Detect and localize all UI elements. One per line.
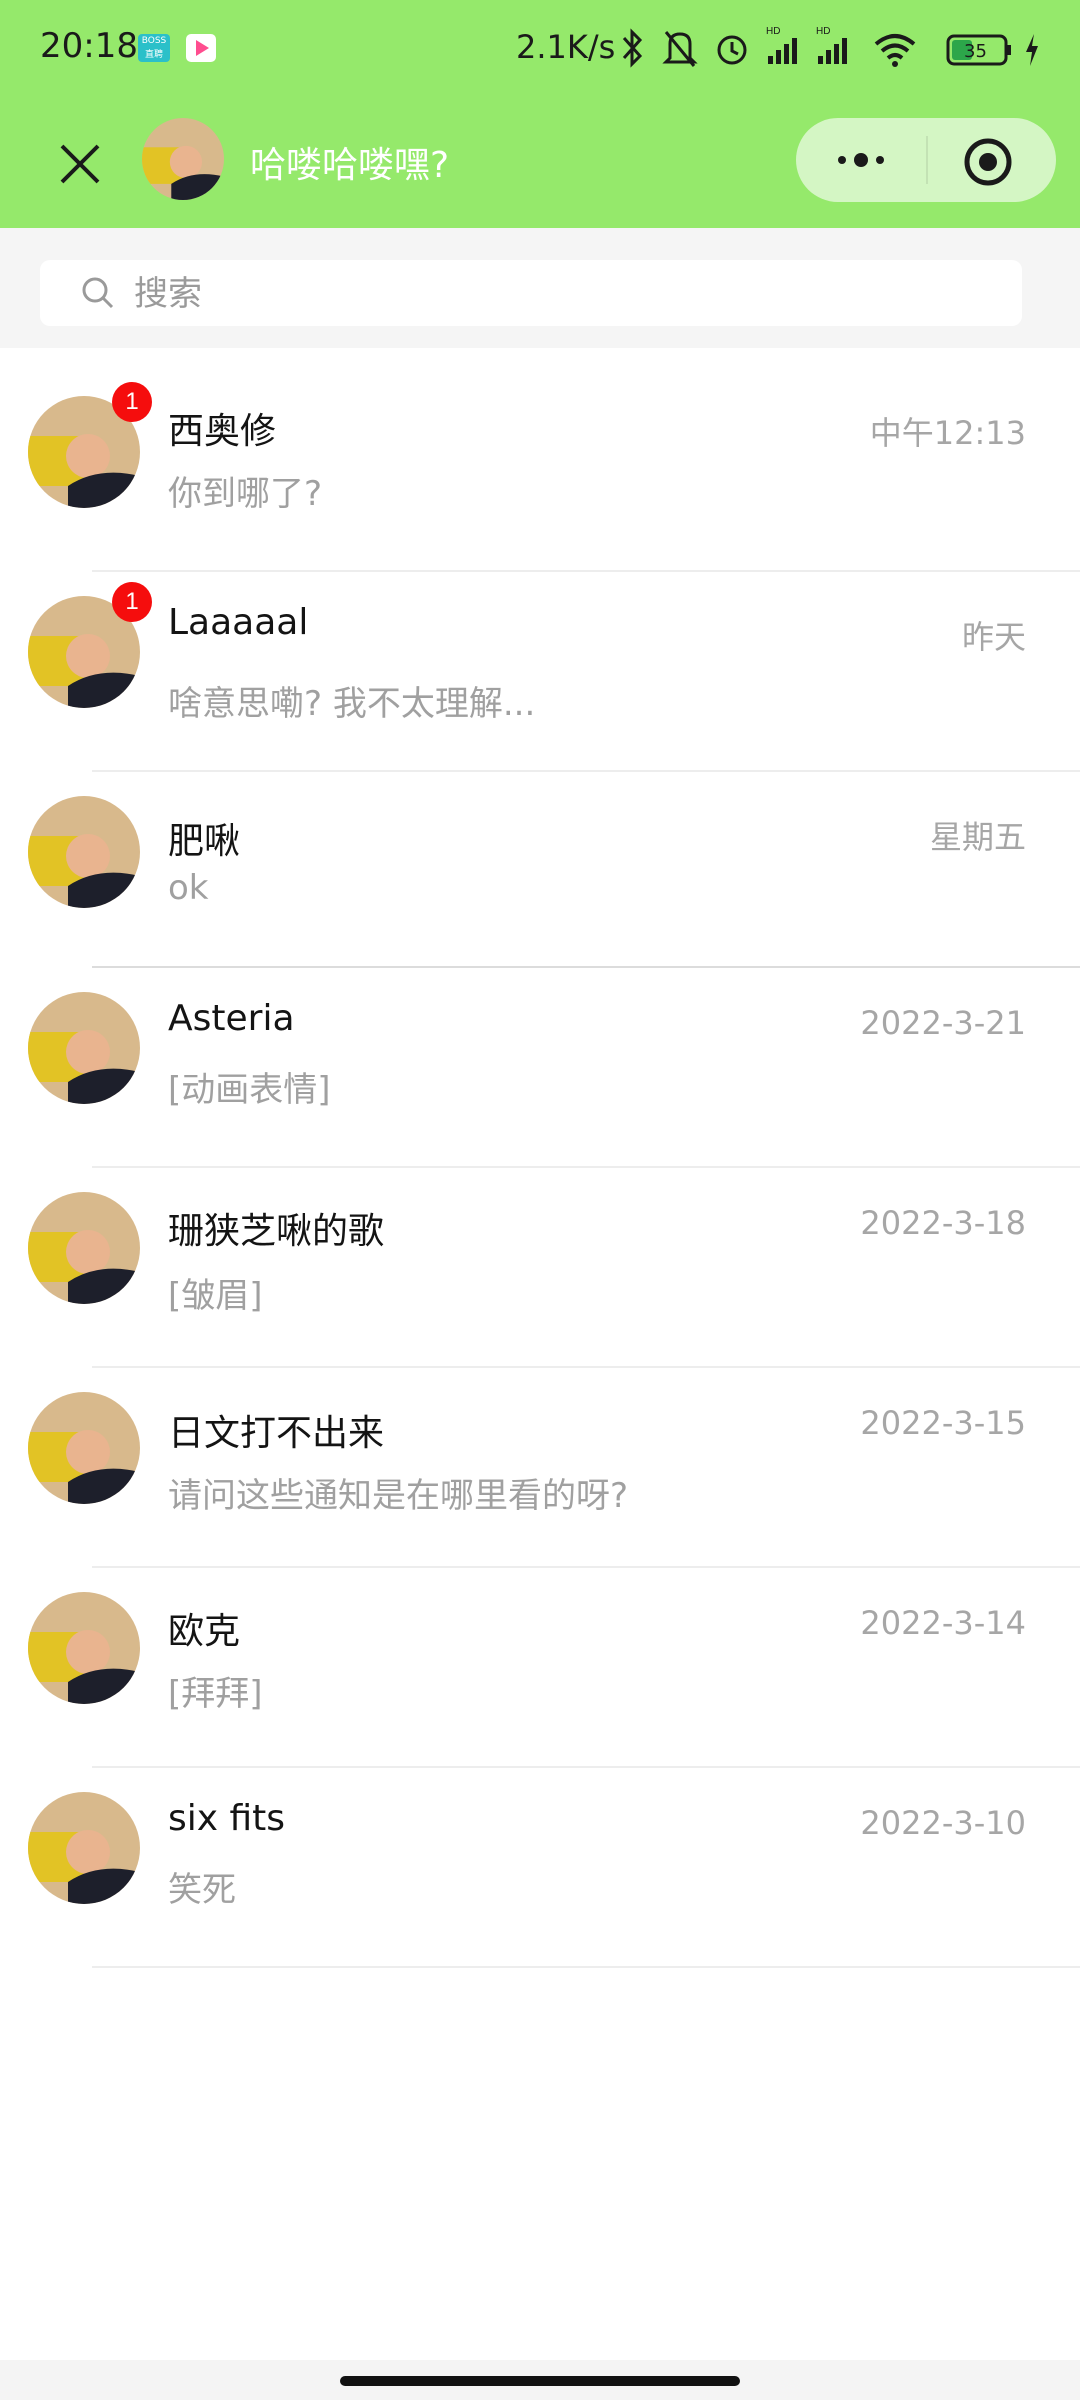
conversation-row[interactable]: 欧克 2022-3-14 [拜拜] bbox=[0, 1568, 1080, 1768]
contact-name: Laaaaal bbox=[168, 602, 309, 643]
contact-name: 日文打不出来 bbox=[168, 1413, 385, 1454]
message-time: 2022-3-18 bbox=[860, 1204, 1026, 1242]
message-preview: [动画表情] bbox=[168, 1070, 331, 1110]
network-speed: 2.1K/s bbox=[516, 28, 616, 66]
unread-badge: 1 bbox=[112, 382, 152, 422]
avatar[interactable] bbox=[28, 1192, 140, 1304]
boss-app-icon: BOSS 直聘 bbox=[138, 34, 170, 62]
battery-icon: 35 bbox=[946, 34, 1011, 66]
bluetooth-icon bbox=[622, 28, 643, 68]
avatar[interactable] bbox=[28, 1792, 140, 1904]
conversation-row[interactable]: 肥啾 星期五 ok bbox=[0, 772, 1080, 968]
page-title: 哈喽哈喽嘿? bbox=[250, 145, 450, 186]
status-time: 20:18 bbox=[40, 26, 138, 66]
conversation-row[interactable]: 珊狭芝啾的歌 2022-3-18 [皱眉] bbox=[0, 1168, 1080, 1368]
close-icon[interactable] bbox=[52, 136, 108, 192]
conversation-row[interactable]: 1 Laaaaal 昨天 啥意思嘞? 我不太理解... bbox=[0, 572, 1080, 772]
svg-text:HD: HD bbox=[816, 26, 830, 37]
conversation-row[interactable]: six fits 2022-3-10 笑死 bbox=[0, 1768, 1080, 1968]
contact-name: 珊狭芝啾的歌 bbox=[168, 1211, 385, 1252]
conversation-row[interactable]: 1 西奥修 中午12:13 你到哪了? bbox=[0, 372, 1080, 572]
nav-bar: 哈喽哈喽嘿? bbox=[0, 96, 1080, 228]
message-preview: [皱眉] bbox=[168, 1276, 263, 1316]
search-icon bbox=[82, 277, 114, 309]
alarm-icon bbox=[717, 35, 747, 65]
search-box[interactable] bbox=[40, 260, 1022, 328]
message-preview: ok bbox=[168, 868, 209, 908]
more-dots-icon[interactable] bbox=[826, 138, 896, 182]
message-preview: 笑死 bbox=[168, 1870, 236, 1910]
video-app-icon bbox=[186, 34, 216, 62]
gesture-bar bbox=[0, 2360, 1080, 2400]
message-time: 星期五 bbox=[929, 818, 1026, 856]
message-time: 2022-3-10 bbox=[860, 1804, 1026, 1842]
message-preview: 请问这些通知是在哪里看的呀? bbox=[168, 1476, 629, 1516]
signal-icon-2: HD bbox=[816, 26, 847, 64]
unread-badge: 1 bbox=[112, 582, 152, 622]
avatar[interactable] bbox=[28, 1592, 140, 1704]
avatar[interactable] bbox=[28, 992, 140, 1104]
message-time: 2022-3-21 bbox=[860, 1004, 1026, 1042]
target-icon[interactable] bbox=[962, 136, 1014, 188]
capsule-divider bbox=[926, 136, 928, 184]
home-indicator[interactable] bbox=[340, 2376, 740, 2386]
header-bar: 20:18 BOSS 直聘 2.1K/s HD HD 35 哈喽哈喽嘿? bbox=[0, 0, 1080, 228]
status-icons: HD HD 35 bbox=[620, 22, 1040, 76]
group-avatar[interactable] bbox=[142, 118, 224, 200]
search-input[interactable] bbox=[132, 260, 996, 328]
message-preview: [拜拜] bbox=[168, 1674, 263, 1714]
signal-icon-1: HD bbox=[766, 26, 797, 64]
conversation-row[interactable]: Asteria 2022-3-21 [动画表情] bbox=[0, 968, 1080, 1168]
contact-name: 欧克 bbox=[168, 1611, 241, 1652]
message-time: 昨天 bbox=[961, 618, 1026, 656]
miniapp-capsule bbox=[796, 118, 1056, 202]
conversation-row[interactable]: 日文打不出来 2022-3-15 请问这些通知是在哪里看的呀? bbox=[0, 1368, 1080, 1568]
status-bar: 20:18 BOSS 直聘 2.1K/s HD HD 35 bbox=[0, 0, 1080, 96]
mute-bell-icon bbox=[662, 31, 698, 67]
message-preview: 你到哪了? bbox=[168, 474, 323, 514]
svg-text:HD: HD bbox=[766, 26, 780, 37]
message-time: 2022-3-15 bbox=[860, 1404, 1026, 1442]
avatar[interactable] bbox=[28, 796, 140, 908]
wifi-icon bbox=[874, 34, 916, 67]
battery-level: 35 bbox=[964, 41, 987, 62]
search-area bbox=[0, 228, 1080, 348]
charging-icon bbox=[1026, 34, 1038, 66]
message-time: 2022-3-14 bbox=[860, 1604, 1026, 1642]
message-time: 中午12:13 bbox=[869, 414, 1026, 452]
row-divider bbox=[92, 1966, 1080, 1968]
contact-name: Asteria bbox=[168, 998, 295, 1039]
avatar[interactable] bbox=[28, 1392, 140, 1504]
contact-name: six fits bbox=[168, 1798, 286, 1839]
message-preview: 啥意思嘞? 我不太理解... bbox=[168, 684, 536, 724]
contact-name: 肥啾 bbox=[168, 821, 241, 862]
conversation-list: 1 西奥修 中午12:13 你到哪了? 1 Laaaaal 昨天 啥意思嘞? 我… bbox=[0, 372, 1080, 1968]
contact-name: 西奥修 bbox=[168, 411, 277, 452]
